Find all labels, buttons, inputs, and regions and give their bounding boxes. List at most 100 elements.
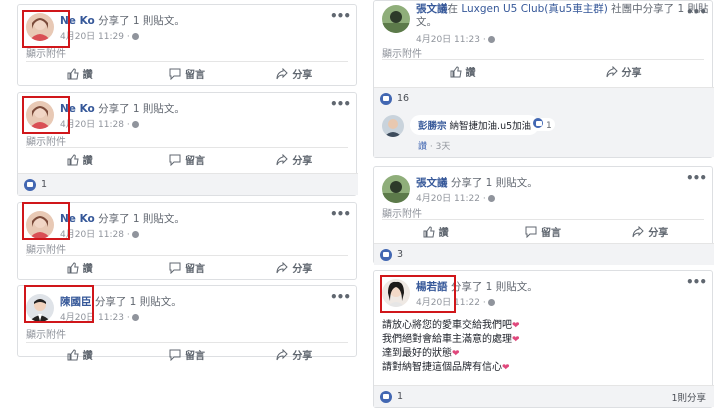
heart-icon: ❤ bbox=[502, 363, 510, 373]
heart-icon: ❤ bbox=[512, 335, 520, 345]
share-button[interactable]: 分享 bbox=[241, 343, 348, 366]
post-actions: 讚 留言 分享 bbox=[26, 61, 348, 85]
like-button[interactable]: 讚 bbox=[26, 62, 133, 85]
reactions-row[interactable]: 1 bbox=[18, 173, 358, 195]
like-reaction-icon bbox=[533, 118, 543, 128]
share-button[interactable]: 分享 bbox=[543, 60, 704, 83]
show-attachment-link[interactable]: 顯示附件 bbox=[382, 205, 422, 220]
like-button[interactable]: 讚 bbox=[382, 220, 489, 243]
post-line-text: 達到最好的狀態 bbox=[382, 348, 452, 359]
share-button[interactable]: 分享 bbox=[241, 62, 348, 85]
post-time-text: 4月20日 11:29 · bbox=[60, 32, 130, 42]
comment-reactions[interactable]: 1 bbox=[530, 118, 555, 131]
more-options-icon[interactable]: ••• bbox=[330, 290, 351, 304]
post-line-text: 我們絕對會給車主滿意的處理 bbox=[382, 334, 512, 345]
like-button[interactable]: 讚 bbox=[26, 148, 133, 171]
more-options-icon[interactable]: ••• bbox=[330, 207, 351, 221]
post-time-text: 4月20日 11:23 · bbox=[416, 35, 486, 45]
shared-text: 分享了 1 則貼文。 bbox=[94, 296, 182, 308]
post-time[interactable]: 4月20日 11:22 · bbox=[416, 191, 495, 204]
share-label: 分享 bbox=[648, 228, 669, 239]
globe-icon bbox=[131, 33, 139, 40]
share-label: 分享 bbox=[292, 156, 313, 167]
like-button[interactable]: 讚 bbox=[26, 343, 133, 366]
comment-button[interactable]: 留言 bbox=[133, 148, 240, 171]
thumbs-up-icon bbox=[423, 225, 435, 237]
avatar[interactable] bbox=[382, 5, 410, 33]
comment-age[interactable]: 3天 bbox=[436, 142, 451, 152]
thumbs-up-icon bbox=[67, 153, 79, 165]
comment-icon bbox=[169, 154, 181, 166]
post-time[interactable]: 4月20日 11:23 · bbox=[416, 32, 495, 45]
share-button[interactable]: 分享 bbox=[241, 148, 348, 171]
reactions-row[interactable]: 16 bbox=[374, 87, 714, 109]
post-time[interactable]: 4月20日 11:28 · bbox=[60, 117, 139, 130]
author-name[interactable]: 張文議 bbox=[416, 177, 448, 189]
comment-label: 留言 bbox=[184, 264, 205, 275]
author-name[interactable]: 張文議 bbox=[416, 3, 448, 15]
post-header: 張文議在 Luxgen U5 Club(真u5車主群) 社團中分享了 1 則貼 … bbox=[382, 3, 709, 45]
share-label: 分享 bbox=[292, 264, 313, 275]
globe-icon bbox=[131, 314, 139, 321]
commenter-name[interactable]: 彭勝宗 bbox=[418, 121, 447, 132]
post-card: 張文議在 Luxgen U5 Club(真u5車主群) 社團中分享了 1 則貼 … bbox=[373, 0, 714, 158]
post-actions: 讚 留言 分享 bbox=[26, 147, 348, 171]
highlight-box bbox=[24, 285, 94, 323]
like-reaction-icon bbox=[24, 178, 36, 191]
more-options-icon[interactable]: ••• bbox=[330, 97, 351, 111]
more-options-icon[interactable]: ••• bbox=[686, 171, 707, 185]
avatar[interactable] bbox=[382, 175, 410, 203]
heart-icon: ❤ bbox=[452, 349, 460, 359]
post-line-text: 請對納智捷這個品牌有信心 bbox=[382, 362, 502, 373]
comment-button[interactable]: 留言 bbox=[133, 62, 240, 85]
comment-button[interactable]: 留言 bbox=[489, 220, 596, 243]
comment-text: 納智捷加油.u5加油 bbox=[449, 121, 532, 132]
post-time[interactable]: 4月20日 11:28 · bbox=[60, 227, 139, 240]
post-line-text: 請放心將您的愛車交給我們吧 bbox=[382, 320, 512, 331]
post-author-line: Ne Ko 分享了 1 則貼文。 bbox=[60, 211, 185, 226]
more-options-icon[interactable]: ••• bbox=[330, 9, 351, 23]
reactions-row[interactable]: 3 bbox=[374, 243, 714, 265]
commenter-avatar[interactable] bbox=[382, 115, 404, 137]
like-label: 讚 bbox=[438, 228, 449, 239]
comment-label: 留言 bbox=[184, 351, 205, 362]
shared-text: 分享了 1 則貼文。 bbox=[98, 213, 185, 225]
shared-text-cont: 文。 bbox=[416, 16, 437, 28]
share-count[interactable]: 1則分享 bbox=[671, 390, 706, 404]
post-author-line: Ne Ko 分享了 1 則貼文。 bbox=[60, 101, 185, 116]
post-line: 我們絕對會給車主滿意的處理❤ bbox=[382, 333, 520, 347]
highlight-box bbox=[380, 275, 456, 313]
share-icon bbox=[276, 153, 289, 165]
post-author-line: Ne Ko 分享了 1 則貼文。 bbox=[60, 13, 185, 28]
post-time-text: 4月20日 11:28 · bbox=[60, 120, 130, 130]
show-attachment-link[interactable]: 顯示附件 bbox=[26, 133, 66, 148]
thumbs-up-icon bbox=[67, 67, 79, 79]
more-options-icon[interactable]: ••• bbox=[686, 275, 707, 289]
share-icon bbox=[632, 225, 645, 237]
more-options-icon[interactable]: ••• bbox=[686, 5, 707, 19]
share-button[interactable]: 分享 bbox=[597, 220, 704, 243]
show-attachment-link[interactable]: 顯示附件 bbox=[382, 45, 422, 60]
comment-icon bbox=[169, 68, 181, 80]
comment-like-link[interactable]: 讚 bbox=[418, 142, 427, 152]
show-attachment-link[interactable]: 顯示附件 bbox=[26, 241, 66, 256]
like-label: 讚 bbox=[82, 156, 93, 167]
comment-section: 彭勝宗 納智捷加油.u5加油 1 讚 · 3天 bbox=[374, 109, 714, 157]
show-attachment-link[interactable]: 顯示附件 bbox=[26, 326, 66, 341]
comment-button[interactable]: 留言 bbox=[133, 256, 240, 279]
post-time[interactable]: 4月20日 11:29 · bbox=[60, 29, 139, 42]
globe-icon bbox=[487, 36, 495, 43]
comment-label: 留言 bbox=[184, 70, 205, 81]
like-button[interactable]: 讚 bbox=[382, 60, 543, 83]
group-link[interactable]: Luxgen U5 Club(真u5車主群) bbox=[461, 3, 607, 15]
post-actions: 讚 留言 分享 bbox=[26, 255, 348, 279]
comment-button[interactable]: 留言 bbox=[133, 343, 240, 366]
globe-icon bbox=[487, 195, 495, 202]
reactions-row[interactable]: 1 1則分享 bbox=[374, 385, 714, 407]
comment-meta: 讚 · 3天 bbox=[418, 142, 451, 152]
post-actions: 讚 留言 分享 bbox=[382, 219, 704, 243]
post-line: 請對納智捷這個品牌有信心❤ bbox=[382, 361, 520, 375]
share-button[interactable]: 分享 bbox=[241, 256, 348, 279]
like-button[interactable]: 讚 bbox=[26, 256, 133, 279]
post-line: 請放心將您的愛車交給我們吧❤ bbox=[382, 319, 520, 333]
